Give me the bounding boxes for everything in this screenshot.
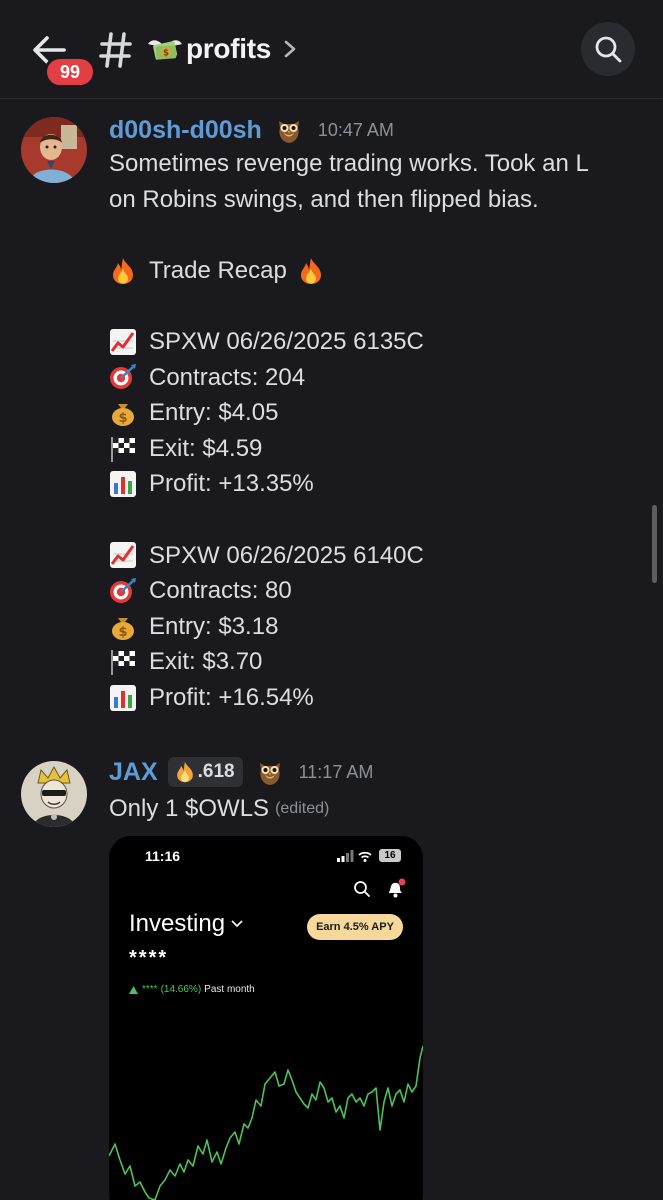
message-header: JAX .618 11:17 AM [109,756,373,788]
message-content: Sometimes revenge trading works. Took an… [109,146,589,716]
message-header: d00sh-d00sh 10:47 AM [109,114,394,146]
trade-contract: SPXW 06/26/2025 6140C [109,538,589,574]
investing-title: Investing [129,910,243,938]
avatar[interactable] [21,761,87,827]
trade-contracts: Contracts: 80 [109,573,589,609]
username[interactable]: d00sh-d00sh [109,116,262,145]
timestamp: 11:17 AM [298,761,374,782]
scrollbar-thumb[interactable] [652,505,657,583]
search-icon [354,881,370,897]
fire-icon [109,257,137,285]
guild-tag-text: .618 [197,761,235,782]
trade-entry: Entry: $3.18 [109,609,589,645]
portfolio-line-chart [109,1045,423,1200]
entry-text: Entry: $3.18 [149,612,279,640]
username[interactable]: JAX [109,758,158,787]
bell-icon [389,878,406,898]
recap-heading: Trade Recap [109,253,589,289]
discord-channel-view: 99 $ profits d00sh-d00sh 10:47 AM Someti… [0,0,663,1200]
earn-apy-button: Earn 4.5% APY [307,914,403,940]
chart-increasing-icon [109,541,137,569]
profit-text: Profit: +16.54% [149,683,314,711]
checkered-flag-icon [109,648,137,676]
exit-text: Exit: $4.59 [149,434,263,462]
chart-increasing-icon [109,328,137,356]
search-button[interactable] [581,22,635,76]
guild-tag[interactable]: .618 [167,757,243,787]
owl-icon [276,116,302,144]
profit-text: Profit: +13.35% [149,470,314,498]
message-line: Only 1 $OWLS (edited) [109,791,329,827]
avatar[interactable] [21,117,87,183]
svg-text:$: $ [163,49,169,59]
money-with-wings-icon: $ [148,40,182,60]
contract-text: SPXW 06/26/2025 6135C [149,327,424,355]
trade-exit: Exit: $4.59 [109,431,589,467]
trade-profit: Profit: +16.54% [109,680,589,716]
message-text: Only 1 $OWLS [109,795,270,822]
trade-entry: Entry: $4.05 [109,395,589,431]
channel-title[interactable]: $ profits [146,28,297,70]
bar-chart-icon [109,684,137,712]
edited-label: (edited) [275,800,330,817]
change-period: Past month [204,984,255,995]
target-icon [109,363,137,391]
fire-icon [176,761,193,783]
channel-header: 99 $ profits [0,0,663,99]
unread-count-badge: 99 [44,56,96,88]
change-percent: (14.66%) [160,984,202,995]
trade-exit: Exit: $3.70 [109,644,589,680]
fire-icon [297,257,325,285]
change-masked: **** [142,984,158,995]
money-bag-icon [109,399,137,427]
phone-clock: 11:16 [145,848,181,864]
trade-contracts: Contracts: 204 [109,360,589,396]
money-bag-icon [109,613,137,641]
message-content: Only 1 $OWLS (edited) [109,791,329,827]
image-attachment[interactable]: 11:16 16 Investing Earn 4.5% APY **** **… [109,836,423,1200]
bar-chart-icon [109,470,137,498]
portfolio-line [109,1045,423,1200]
investing-label: Investing [129,910,226,937]
channel-name: profits [186,33,272,64]
timestamp: 10:47 AM [317,119,394,140]
chevron-down-icon [231,920,243,928]
message-line: Sometimes revenge trading works. Took an… [109,150,589,177]
chevron-right-icon [284,40,296,58]
owl-icon [257,758,283,786]
portfolio-value: **** [129,947,169,969]
contracts-text: Contracts: 80 [149,577,292,605]
exit-text: Exit: $3.70 [149,648,263,676]
search-icon [595,36,622,63]
contracts-text: Contracts: 204 [149,363,306,391]
recap-title: Trade Recap [149,256,287,284]
hash-icon [99,32,132,68]
entry-text: Entry: $4.05 [149,399,279,427]
signal-wifi-icon [337,850,372,862]
trade-contract: SPXW 06/26/2025 6135C [109,324,589,360]
user-avatar-image [21,117,87,183]
message-line: on Robins swings, and then flipped bias. [109,185,539,213]
checkered-flag-icon [109,435,137,463]
user-avatar-image [21,761,87,827]
trade-profit: Profit: +13.35% [109,466,589,502]
target-icon [109,577,137,605]
battery-indicator: 16 [379,849,401,862]
contract-text: SPXW 06/26/2025 6140C [149,541,424,569]
triangle-up-icon [129,985,138,994]
portfolio-change: **** (14.66%) Past month [129,984,255,995]
